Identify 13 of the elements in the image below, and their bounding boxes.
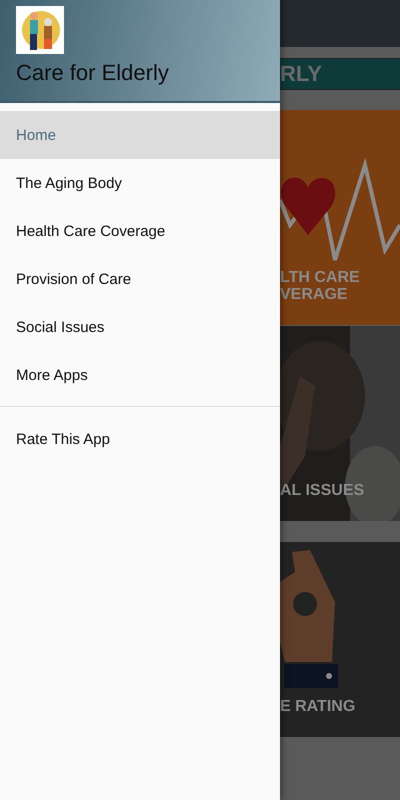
menu-item[interactable]: The Aging Body (0, 159, 280, 207)
banner-title: RLY (280, 61, 322, 87)
menu-item[interactable]: Rate This App (0, 415, 280, 463)
menu-item[interactable]: Home (0, 111, 280, 159)
card-caption: VERAGE (280, 286, 349, 303)
app-title: Care for Elderly (16, 60, 170, 86)
card-caption: LTH CARE (280, 269, 360, 286)
menu-item[interactable]: Provision of Care (0, 255, 280, 303)
menu-item[interactable]: Health Care Coverage (0, 207, 280, 255)
menu-item[interactable]: Social Issues (0, 303, 280, 351)
menu-item[interactable]: More Apps (0, 351, 280, 399)
card-caption: AL ISSUES (280, 482, 364, 499)
card-caption: E RATING (280, 698, 356, 715)
